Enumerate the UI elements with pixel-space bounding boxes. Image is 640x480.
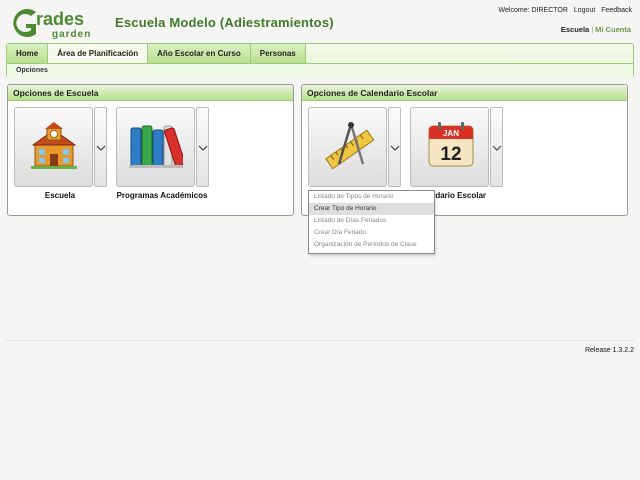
tab-current-school-year[interactable]: Año Escolar en Curso [148, 44, 251, 63]
school-building-icon [31, 122, 77, 169]
tab-home[interactable]: Home [7, 44, 49, 63]
calendar-dropdown-toggle[interactable] [490, 107, 503, 187]
tile-label: Escuela [44, 191, 76, 200]
menu-item-create-schedule-type[interactable]: Crear Tipo de Horario [309, 203, 434, 215]
welcome-text: Welcome: DIRECTOR [498, 7, 568, 14]
chevron-down-icon [492, 145, 502, 151]
panel-title: Opciones de Escuela [8, 85, 293, 101]
tab-planning-area[interactable]: Área de Planificación [48, 44, 149, 63]
schedule-dropdown-toggle[interactable] [388, 107, 401, 187]
programs-button[interactable] [116, 107, 195, 187]
calendar-day: 12 [440, 144, 461, 165]
tile-label: Programas Académicos [116, 191, 208, 200]
footer-divider [6, 340, 634, 341]
tab-bar: Home Área de Planificación Año Escolar e… [7, 44, 306, 63]
chevron-down-icon [96, 145, 106, 151]
calendar-month: JAN [443, 129, 459, 138]
panel-title: Opciones de Calendario Escolar [302, 85, 627, 101]
tab-people[interactable]: Personas [250, 44, 306, 63]
school-calendar-button[interactable]: JAN 12 [410, 107, 489, 187]
schedule-button[interactable] [308, 107, 387, 187]
grades-garden-logo[interactable]: rades garden [6, 6, 106, 40]
subnav-bar: Opciones [7, 63, 633, 78]
school-button[interactable] [14, 107, 93, 187]
context-switch: Escuela | Mi Cuenta [561, 25, 631, 34]
logout-link[interactable]: Logout [574, 7, 595, 14]
school-dropdown-toggle[interactable] [94, 107, 107, 187]
schedule-dropdown-menu: Listado de Tipos de Horario Crear Tipo d… [308, 190, 435, 254]
user-links: Welcome: DIRECTOR Logout Feedback [495, 7, 632, 14]
chevron-down-icon [390, 145, 400, 151]
school-options-panel: Opciones de Escuela Escuela Programas Ac… [7, 84, 294, 216]
feedback-link[interactable]: Feedback [601, 7, 632, 14]
menu-item-class-periods[interactable]: Organización de Períodos de Clase [309, 239, 434, 251]
logo-text-top: rades [36, 9, 84, 29]
main-navbar: Home Área de Planificación Año Escolar e… [6, 43, 634, 78]
release-version: Release 1.3.2.2 [584, 347, 634, 354]
context-separator: | [591, 25, 594, 34]
ruler-compass-icon [325, 122, 375, 170]
subnav-options[interactable]: Opciones [16, 67, 48, 74]
menu-item-create-holiday[interactable]: Crear Día Feriado [309, 227, 434, 239]
school-title: Escuela Modelo (Adiestramientos) [115, 15, 334, 30]
menu-item-schedule-types-list[interactable]: Listado de Tipos de Horario [309, 191, 434, 203]
calendar-icon: JAN 12 [428, 122, 474, 167]
chevron-down-icon [198, 145, 208, 151]
my-account-link[interactable]: Mi Cuenta [595, 25, 631, 34]
context-school-link[interactable]: Escuela [561, 25, 589, 34]
programs-dropdown-toggle[interactable] [196, 107, 209, 187]
menu-item-holidays-list[interactable]: Listado de Días Feriados [309, 215, 434, 227]
books-icon [129, 125, 183, 168]
logo-text-bottom: garden [52, 29, 91, 40]
